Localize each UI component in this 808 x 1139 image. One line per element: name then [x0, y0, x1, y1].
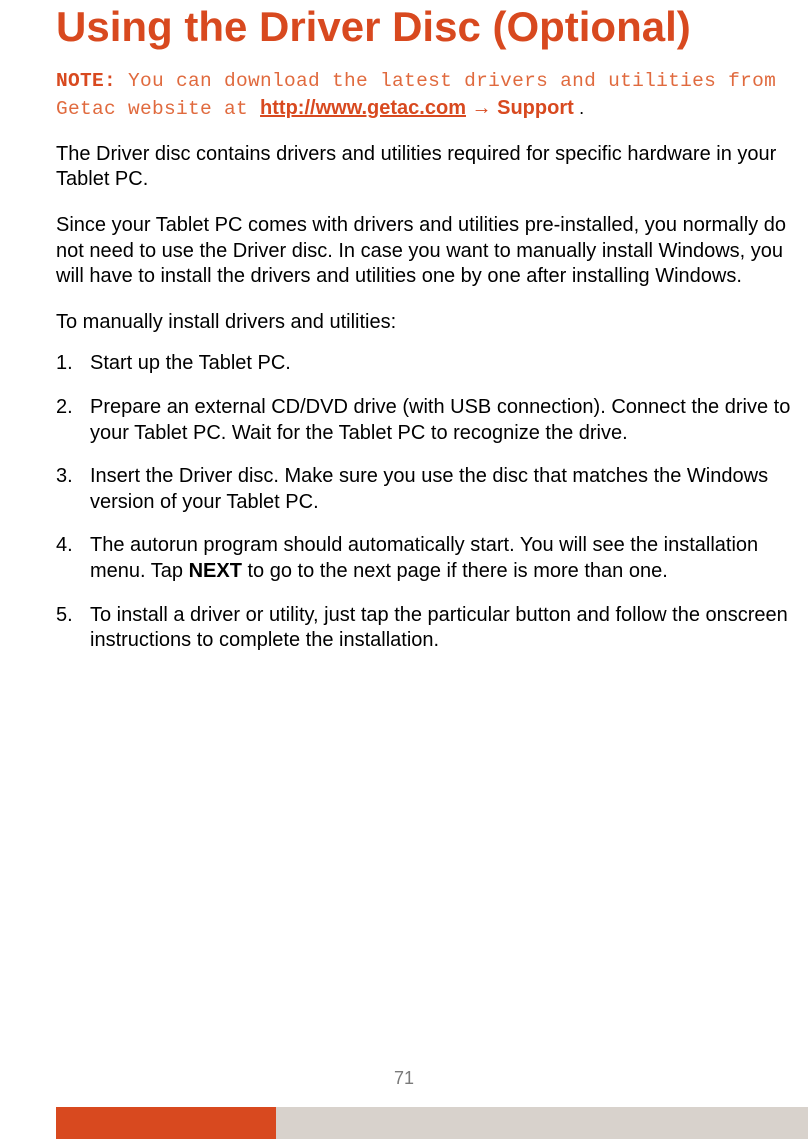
step-5: To install a driver or utility, just tap…: [90, 603, 808, 654]
next-button-label: NEXT: [189, 560, 242, 582]
note-label: NOTE:: [56, 70, 116, 92]
step-5-text: To install a driver or utility, just tap…: [90, 604, 788, 652]
step-2-text: Prepare an external CD/DVD drive (with U…: [90, 396, 790, 444]
step-1: Start up the Tablet PC.: [90, 351, 808, 377]
footer-segment-white: [0, 1107, 56, 1139]
note-block: NOTE: You can download the latest driver…: [56, 68, 808, 122]
step-1-text: Start up the Tablet PC.: [90, 352, 291, 374]
paragraph-2: Since your Tablet PC comes with drivers …: [56, 213, 808, 290]
page-title: Using the Driver Disc (Optional): [56, 0, 808, 50]
step-4-text-b: to go to the next page if there is more …: [242, 560, 668, 582]
footer-segment-orange: [56, 1107, 276, 1139]
steps-list: Start up the Tablet PC. Prepare an exter…: [56, 351, 808, 653]
step-2: Prepare an external CD/DVD drive (with U…: [90, 395, 808, 446]
step-4: The autorun program should automatically…: [90, 533, 808, 584]
website-link[interactable]: http://www.getac.com: [260, 97, 466, 119]
page-number: 71: [0, 1068, 808, 1089]
document-page: Using the Driver Disc (Optional) NOTE: Y…: [0, 0, 808, 654]
support-label: Support: [497, 97, 574, 119]
footer-bar: [0, 1107, 808, 1139]
step-3: Insert the Driver disc. Make sure you us…: [90, 464, 808, 515]
note-period: .: [574, 98, 585, 118]
paragraph-1: The Driver disc contains drivers and uti…: [56, 142, 808, 193]
paragraph-3: To manually install drivers and utilitie…: [56, 310, 808, 336]
step-3-text: Insert the Driver disc. Make sure you us…: [90, 465, 768, 513]
footer-segment-grey: [276, 1107, 808, 1139]
arrow-icon: →: [466, 97, 497, 119]
